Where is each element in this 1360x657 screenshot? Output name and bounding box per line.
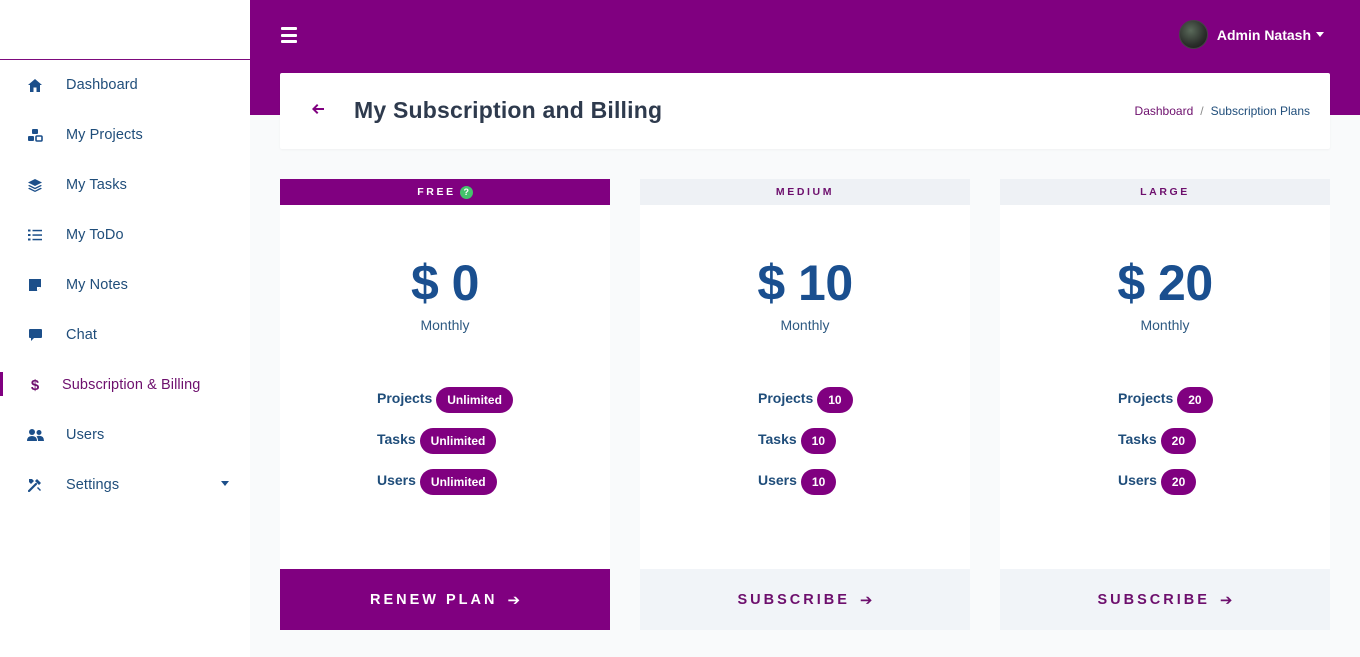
- sidebar-item-label: Users: [66, 427, 105, 443]
- feature-label: Tasks: [1118, 430, 1157, 447]
- feature-label: Users: [758, 471, 797, 488]
- plan-card-large: LARGE $ 20 Monthly Projects 20 Tasks 20 …: [1000, 179, 1330, 630]
- feature-badge: 10: [800, 427, 837, 454]
- breadcrumb-link-dashboard[interactable]: Dashboard: [1135, 104, 1194, 118]
- list-check-icon: [26, 226, 44, 244]
- sidebar-item-label: Dashboard: [66, 77, 138, 93]
- avatar: [1178, 20, 1208, 49]
- sidebar-item-label: My Notes: [66, 277, 129, 293]
- arrow-right-icon: ➔: [507, 591, 521, 609]
- feature-row: Tasks 20: [1000, 418, 1330, 459]
- user-name: Admin Natash: [1216, 26, 1311, 43]
- sidebar-item-my-notes[interactable]: My Notes: [0, 260, 250, 310]
- chat-icon: [26, 326, 44, 344]
- feature-label: Projects: [377, 389, 433, 406]
- menu-toggle-icon[interactable]: [281, 27, 297, 43]
- feature-badge: 10: [800, 468, 837, 495]
- button-label: RENEW PLAN: [369, 591, 498, 608]
- feature-badge: Unlimited: [436, 386, 513, 413]
- users-icon: [26, 426, 44, 444]
- plan-price: $ 20: [1117, 255, 1213, 311]
- sidebar-item-label: My Tasks: [66, 177, 127, 193]
- plan-name: LARGE: [1140, 186, 1190, 198]
- arrow-right-icon: ➔: [859, 591, 873, 609]
- feature-badge: 20: [1160, 427, 1197, 454]
- sidebar-item-label: My Projects: [66, 127, 143, 143]
- feature-row: Tasks 10: [640, 418, 970, 459]
- sidebar-item-dashboard[interactable]: Dashboard: [0, 60, 250, 110]
- plan-name: FREE: [417, 186, 456, 198]
- feature-badge: Unlimited: [419, 468, 497, 495]
- arrow-right-icon: ➔: [1219, 591, 1233, 609]
- breadcrumb-separator: /: [1200, 104, 1204, 118]
- feature-label: Projects: [1118, 389, 1174, 406]
- plan-header: MEDIUM: [640, 179, 970, 205]
- plan-card-medium: MEDIUM $ 10 Monthly Projects 10 Tasks 10…: [640, 179, 970, 630]
- feature-row: Projects Unlimited: [280, 377, 610, 418]
- sidebar-nav: Dashboard My Projects My Tasks My ToDo M…: [0, 60, 250, 510]
- feature-row: Users Unlimited: [280, 459, 610, 500]
- help-icon[interactable]: ?: [459, 185, 473, 199]
- feature-row: Users 10: [640, 459, 970, 500]
- page-title: My Subscription and Billing: [354, 97, 663, 123]
- plan-header: LARGE: [1000, 179, 1330, 205]
- feature-row: Users 20: [1000, 459, 1330, 500]
- button-label: SUBSCRIBE: [1097, 591, 1210, 608]
- plan-price: $ 0: [410, 255, 480, 311]
- sidebar-item-subscription-billing[interactable]: $ Subscription & Billing: [0, 360, 250, 410]
- back-arrow-icon[interactable]: [312, 101, 324, 119]
- sidebar-item-chat[interactable]: Chat: [0, 310, 250, 360]
- brand-logo-area: [0, 0, 250, 60]
- page-header: My Subscription and Billing Dashboard / Su…: [280, 73, 1330, 149]
- feature-row: Projects 20: [1000, 377, 1330, 418]
- subscribe-button[interactable]: SUBSCRIBE ➔: [640, 569, 970, 630]
- feature-label: Tasks: [758, 430, 797, 447]
- plan-features: Projects Unlimited Tasks Unlimited Users…: [280, 377, 610, 500]
- feature-row: Projects 10: [640, 377, 970, 418]
- sidebar-item-my-tasks[interactable]: My Tasks: [0, 160, 250, 210]
- subscribe-button[interactable]: SUBSCRIBE ➔: [1000, 569, 1330, 630]
- feature-badge: Unlimited: [419, 427, 497, 454]
- layers-icon: [26, 176, 44, 194]
- feature-label: Tasks: [377, 430, 416, 447]
- breadcrumb: Dashboard / Subscription Plans: [1135, 104, 1310, 118]
- plan-features: Projects 10 Tasks 10 Users 10: [640, 377, 970, 500]
- sidebar-item-label: Settings: [66, 477, 120, 493]
- button-label: SUBSCRIBE: [737, 591, 850, 608]
- sidebar-item-users[interactable]: Users: [0, 410, 250, 460]
- projects-icon: [26, 126, 44, 144]
- feature-badge: 20: [1177, 386, 1213, 413]
- breadcrumb-current: Subscription Plans: [1210, 104, 1310, 118]
- plan-period: Monthly: [780, 317, 830, 333]
- settings-icon: [26, 476, 44, 494]
- feature-label: Users: [377, 471, 416, 488]
- feature-label: Users: [1118, 471, 1157, 488]
- home-icon: [26, 76, 44, 94]
- user-menu[interactable]: Admin Natash: [1178, 20, 1324, 49]
- sidebar-item-my-projects[interactable]: My Projects: [0, 110, 250, 160]
- plan-card-free: FREE ? $ 0 Monthly Projects Unlimited Ta…: [280, 179, 610, 630]
- plan-price: $ 10: [757, 255, 853, 311]
- chevron-down-icon: [1316, 32, 1324, 37]
- plan-period: Monthly: [1140, 317, 1190, 333]
- renew-plan-button[interactable]: RENEW PLAN ➔: [280, 569, 610, 630]
- sidebar-item-label: My ToDo: [66, 227, 124, 243]
- sidebar-item-label: Subscription & Billing: [62, 377, 201, 393]
- sidebar-item-settings[interactable]: Settings: [0, 460, 250, 510]
- plan-name: MEDIUM: [775, 186, 835, 198]
- plan-period: Monthly: [420, 317, 470, 333]
- feature-row: Tasks Unlimited: [280, 418, 610, 459]
- sidebar-item-my-todo[interactable]: My ToDo: [0, 210, 250, 260]
- plan-header: FREE ?: [280, 179, 610, 205]
- note-icon: [26, 276, 44, 294]
- feature-badge: 10: [817, 386, 853, 413]
- plan-features: Projects 20 Tasks 20 Users 20: [1000, 377, 1330, 500]
- sidebar: Dashboard My Projects My Tasks My ToDo M…: [0, 0, 250, 657]
- feature-label: Projects: [758, 389, 814, 406]
- dollar-icon: $: [30, 376, 40, 394]
- feature-badge: 20: [1160, 468, 1197, 495]
- chevron-down-icon: [221, 481, 229, 486]
- sidebar-item-label: Chat: [66, 327, 98, 343]
